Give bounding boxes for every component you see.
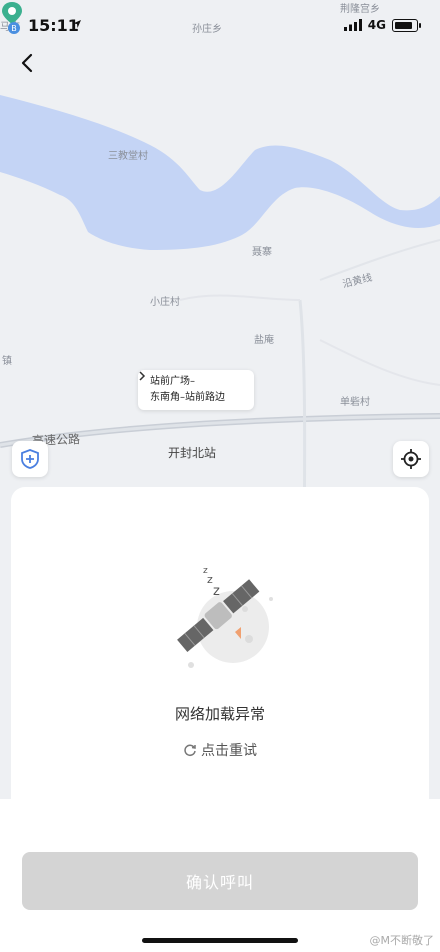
network-error-text: 网络加载异常 bbox=[174, 705, 265, 723]
crosshair-icon bbox=[401, 449, 421, 469]
chevron-left-icon bbox=[21, 53, 33, 73]
satellite-sleeping-icon: z z z bbox=[177, 566, 273, 668]
chevron-right-icon bbox=[139, 371, 146, 381]
map-label-yanan: 盐庵 bbox=[254, 335, 274, 346]
bottom-sheet: 确认呼叫 @M不断敬了 bbox=[0, 799, 440, 952]
status-bar: 15:11 4G bbox=[0, 0, 440, 50]
retry-label: 点击重试 bbox=[201, 743, 257, 759]
signal-icon bbox=[343, 19, 362, 31]
map-label-zhen: 镇 bbox=[2, 356, 12, 367]
svg-text:z: z bbox=[213, 584, 220, 599]
shield-icon bbox=[21, 449, 39, 469]
callout-line-2: 东南角–站前路边 bbox=[150, 392, 225, 403]
safety-shield-button[interactable] bbox=[12, 441, 48, 477]
network-type: 4G bbox=[367, 18, 386, 32]
locate-me-button[interactable] bbox=[393, 441, 429, 477]
pickup-point-callout[interactable]: 站前广场– 东南角–站前路边 bbox=[138, 370, 254, 410]
home-indicator bbox=[142, 938, 298, 943]
map-label-xiaozhuang: 小庄村 bbox=[150, 297, 180, 308]
refresh-icon bbox=[184, 744, 196, 757]
content-card: z z z 网络加载异常 点击重试 bbox=[11, 487, 429, 827]
map-label-sanjiaotang: 三教堂村 bbox=[108, 151, 148, 162]
map-label-station: 开封北站 bbox=[168, 446, 217, 460]
map-label-niezhai: 聂寨 bbox=[252, 247, 272, 258]
callout-line-1: 站前广场– bbox=[150, 376, 195, 387]
back-button[interactable] bbox=[14, 50, 40, 76]
map-label-shanzhai: 单砦村 bbox=[340, 397, 370, 408]
battery-icon bbox=[392, 18, 421, 32]
retry-button[interactable]: 点击重试 bbox=[11, 740, 429, 760]
location-arrow-icon bbox=[73, 20, 81, 28]
watermark: @M不断敬了 bbox=[369, 934, 435, 947]
confirm-call-button[interactable]: 确认呼叫 bbox=[22, 852, 418, 910]
